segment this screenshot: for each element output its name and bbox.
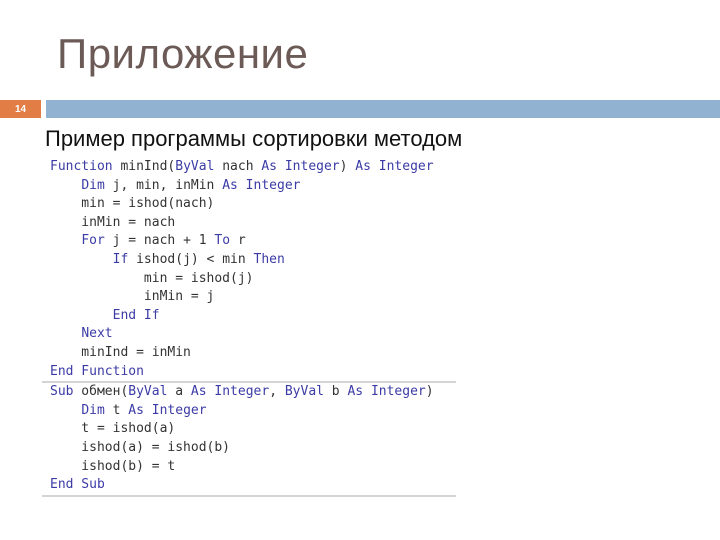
code-text: inMin = nach: [50, 214, 176, 230]
code-text: обмен(: [73, 384, 129, 400]
code-block-function-minInd: Function minInd(ByVal nach As Integer) A…: [42, 158, 456, 384]
title-divider-bar: [46, 100, 720, 118]
code-text: minInd(: [112, 159, 176, 174]
code-line: Dim j, min, inMin As Integer: [42, 177, 456, 196]
code-text: ishod(j) < min: [128, 251, 254, 267]
code-keyword: Next: [81, 326, 113, 342]
code-text: j = nach + 1: [104, 233, 215, 249]
code-text: b: [323, 384, 348, 400]
code-text: t: [104, 402, 129, 418]
code-text: min = ishod(j): [50, 270, 254, 286]
code-keyword: As Integer: [128, 402, 207, 418]
code-block-sub-obmen: Sub обмен(ByVal a As Integer, ByVal b As…: [42, 383, 456, 497]
code-keyword: ByVal: [284, 384, 324, 400]
code-line: End If: [42, 307, 456, 326]
code-line: Dim t As Integer: [42, 402, 456, 421]
code-line: End Function: [42, 363, 456, 382]
code-line: ishod(a) = ishod(b): [42, 439, 456, 458]
code-text: nach: [214, 159, 262, 174]
code-text: ): [425, 384, 434, 400]
code-keyword: End Function: [50, 363, 144, 379]
code-keyword: Sub: [50, 384, 74, 400]
code-line: inMin = nach: [42, 214, 456, 233]
code-keyword: As Integer: [347, 384, 426, 400]
code-line: minInd = inMin: [42, 344, 456, 363]
code-line: End Sub: [42, 476, 456, 495]
code-keyword: Function: [50, 159, 113, 174]
code-text: a: [167, 384, 191, 400]
code-keyword: To: [214, 233, 231, 249]
code-text: ): [339, 159, 356, 174]
code-text: t = ishod(a): [50, 421, 176, 437]
code-keyword: Then: [253, 251, 285, 267]
code-line: Function minInd(ByVal nach As Integer) A…: [42, 158, 456, 177]
code-keyword: As Integer: [222, 177, 301, 193]
slide-subtitle: Пример программы сортировки методом: [45, 126, 463, 151]
code-text: ishod(a) = ishod(b): [50, 439, 231, 455]
slide-number-badge: 14: [0, 100, 41, 118]
code-line: ishod(b) = t: [42, 458, 456, 477]
code-line: Next: [42, 325, 456, 344]
code-text: j, min, inMin: [104, 177, 223, 193]
code-text: r: [230, 233, 246, 249]
code-keyword: As Integer: [355, 159, 434, 174]
code-text: inMin = j: [50, 289, 215, 305]
code-keyword: Dim: [81, 177, 105, 193]
slide-title: Приложение: [57, 30, 309, 77]
code-keyword: For: [81, 233, 105, 249]
code-keyword: If: [112, 251, 129, 267]
code-line: min = ishod(j): [42, 270, 456, 289]
code-keyword: ByVal: [128, 384, 168, 400]
code-keyword: As Integer: [261, 159, 340, 174]
code-text: min = ishod(nach): [50, 196, 215, 212]
code-line: Sub обмен(ByVal a As Integer, ByVal b As…: [42, 383, 456, 402]
code-listing: Function minInd(ByVal nach As Integer) A…: [42, 158, 456, 497]
code-keyword: As Integer: [190, 384, 270, 400]
code-text: ishod(b) = t: [50, 458, 176, 474]
code-keyword: End If: [112, 307, 160, 323]
code-text: ,: [269, 384, 285, 400]
code-keyword: ByVal: [175, 159, 215, 174]
code-line: If ishod(j) < min Then: [42, 251, 456, 270]
code-line: inMin = j: [42, 288, 456, 307]
code-text: minInd = inMin: [50, 344, 191, 360]
code-line: For j = nach + 1 To r: [42, 232, 456, 251]
code-line: t = ishod(a): [42, 420, 456, 439]
code-keyword: Dim: [81, 402, 105, 418]
code-line: min = ishod(nach): [42, 195, 456, 214]
code-keyword: End Sub: [50, 477, 105, 493]
